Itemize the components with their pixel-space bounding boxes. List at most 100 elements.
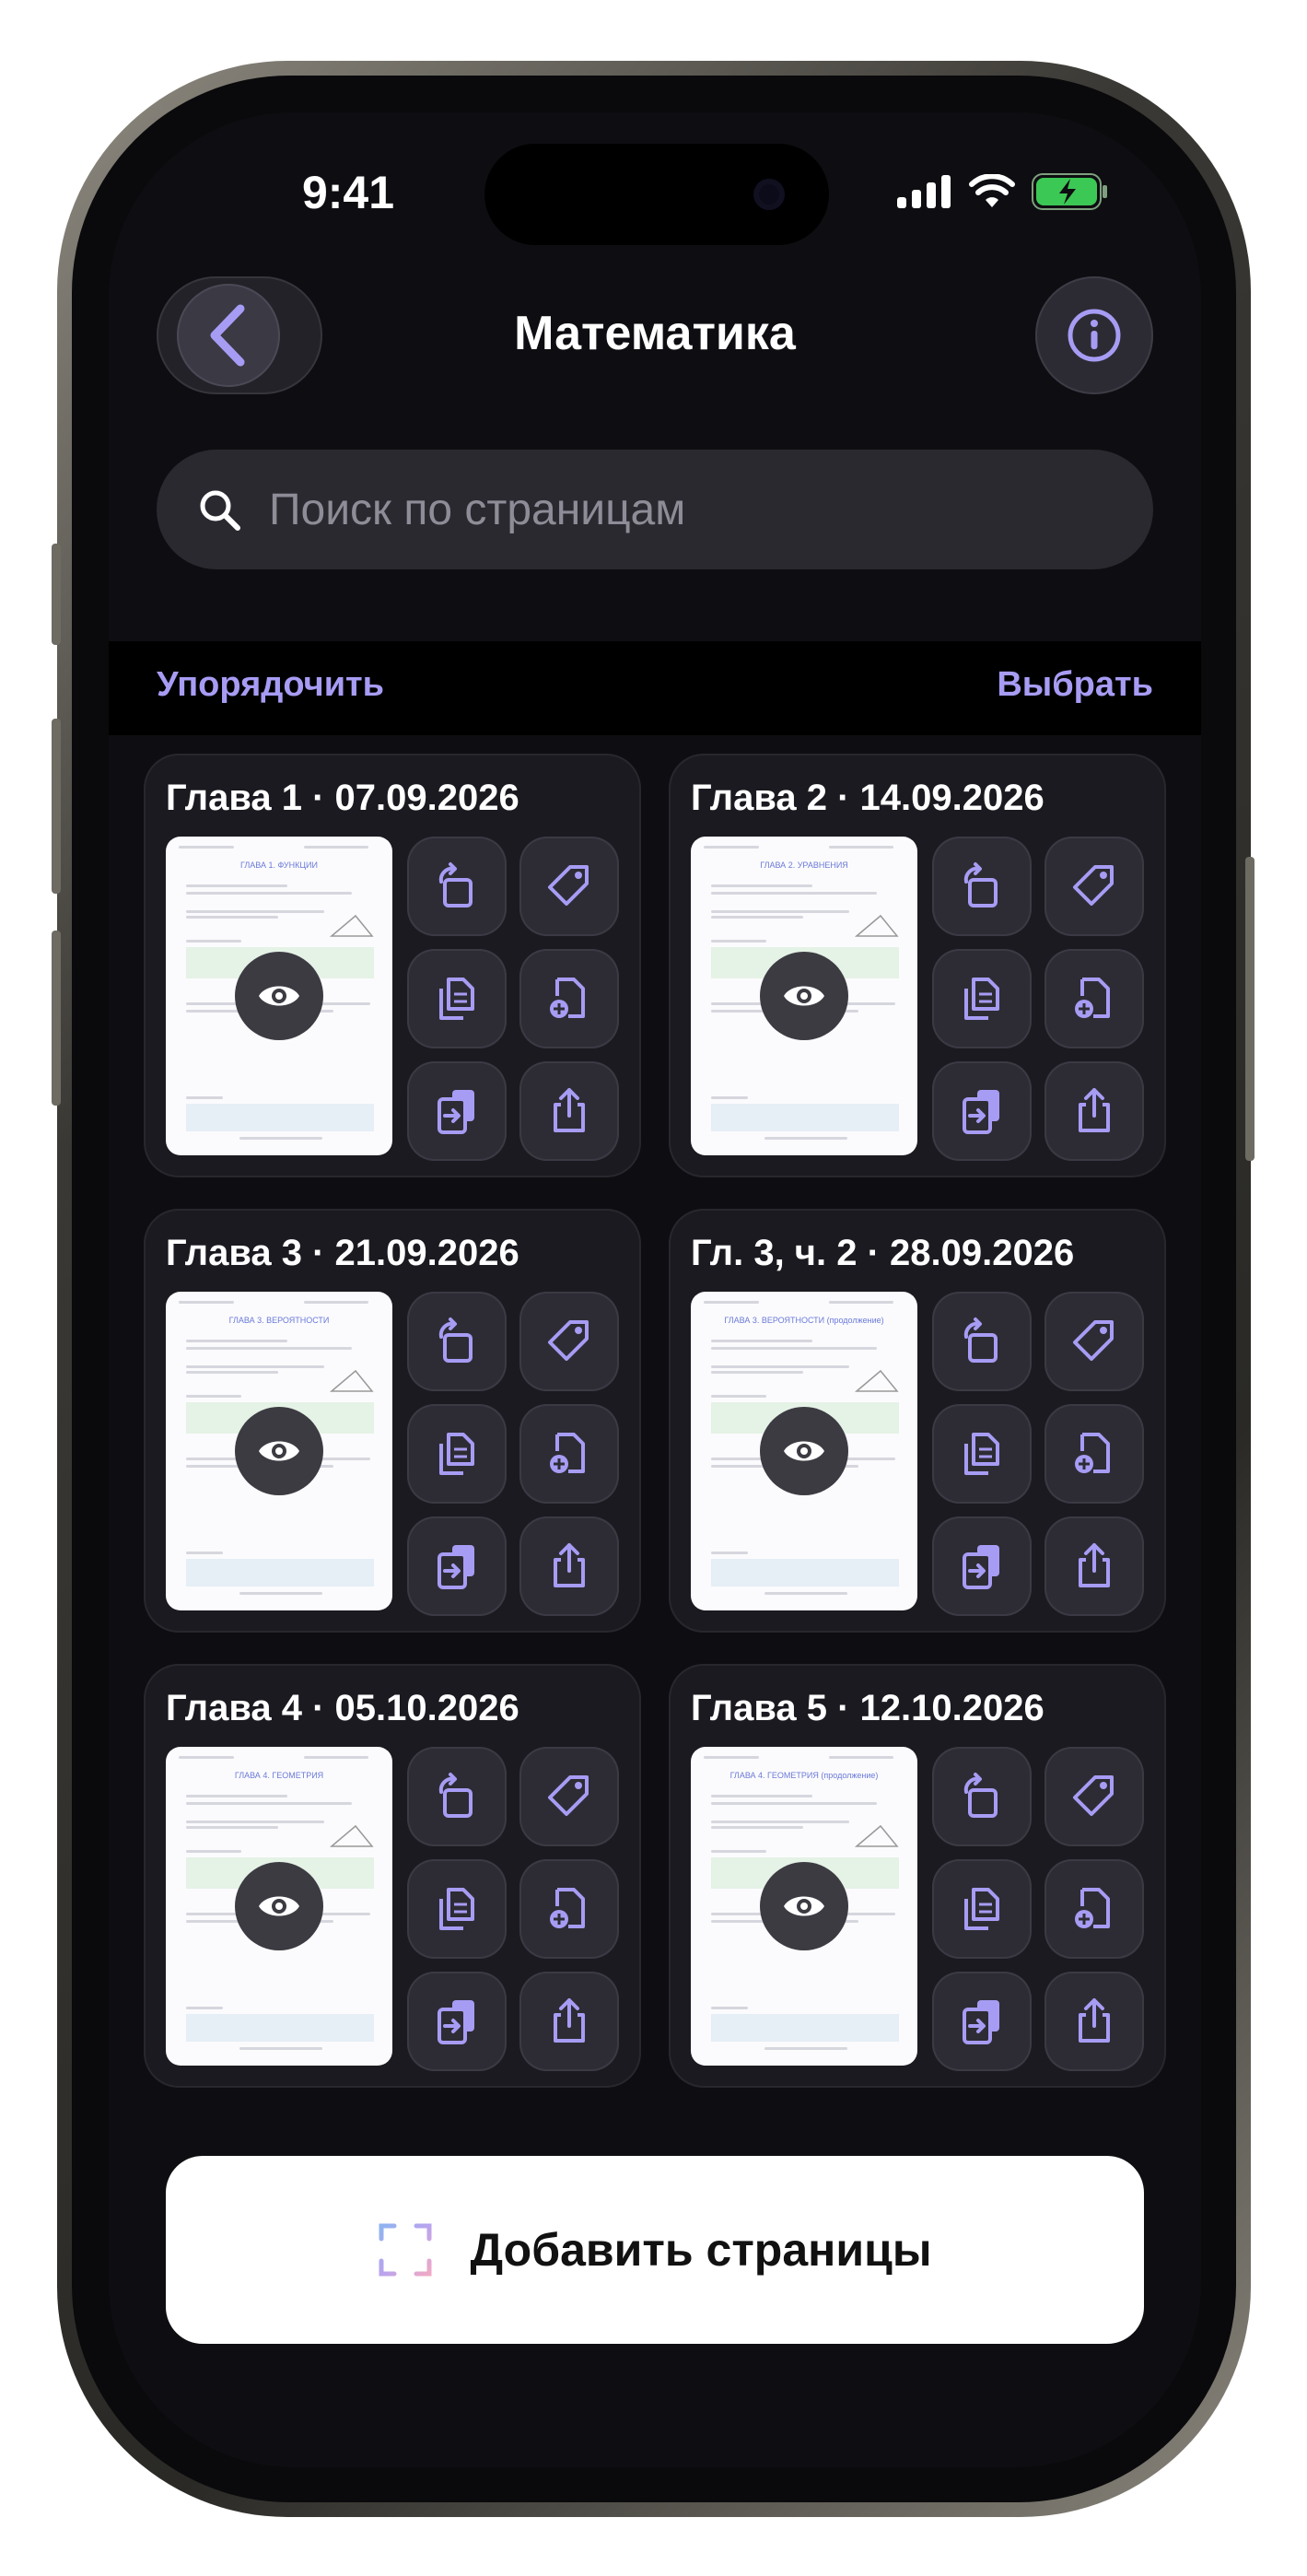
share-button[interactable] [519, 1972, 619, 2071]
thumbnail-line [186, 1340, 287, 1342]
add-page-button[interactable] [519, 1404, 619, 1504]
page-card[interactable]: Глава 1 · 07.09.2026 ГЛАВА 1. ФУНКЦИИ [144, 754, 641, 1177]
thumbnail-heading: ГЛАВА 4. ГЕОМЕТРИЯ (продолжение) [729, 1771, 879, 1780]
thumbnail-line [711, 1340, 812, 1342]
rotate-button[interactable] [932, 1292, 1032, 1391]
add-page-button[interactable] [1044, 949, 1144, 1048]
page-thumbnail[interactable]: ГЛАВА 4. ГЕОМЕТРИЯ [166, 1747, 392, 2066]
preview-button[interactable] [235, 1407, 323, 1495]
add-page-button[interactable] [519, 949, 619, 1048]
duplicate-icon [439, 978, 474, 1020]
thumbnail-line [711, 1850, 766, 1853]
thumbnail-figure [854, 1824, 899, 1847]
preview-button[interactable] [760, 1862, 848, 1950]
add-page-button[interactable] [1044, 1859, 1144, 1959]
preview-button[interactable] [760, 1407, 848, 1495]
thumbnail-line [711, 1371, 803, 1374]
page-card[interactable]: Глава 3 · 21.09.2026 ГЛАВА 3. ВЕРОЯТНОСТИ [144, 1209, 641, 1633]
add-pages-label: Добавить страницы [470, 2224, 932, 2276]
rotate-button[interactable] [407, 1292, 507, 1391]
tag-button[interactable] [519, 1292, 619, 1391]
move-button[interactable] [932, 1972, 1032, 2071]
duplicate-button[interactable] [407, 1404, 507, 1504]
share-button[interactable] [1044, 1972, 1144, 2071]
duplicate-button[interactable] [932, 949, 1032, 1048]
thumbnail-line [711, 1347, 877, 1350]
rotate-button[interactable] [932, 1747, 1032, 1846]
add-page-icon [550, 978, 585, 1018]
share-button[interactable] [1044, 1516, 1144, 1616]
add-page-button[interactable] [1044, 1404, 1144, 1504]
sort-button[interactable]: Упорядочить [157, 665, 384, 705]
thumbnail-line [829, 1756, 893, 1759]
battery-charging-icon [1032, 173, 1107, 210]
page-thumbnail[interactable]: ГЛАВА 2. УРАВНЕНИЯ [691, 837, 917, 1155]
thumbnail-line [179, 1756, 234, 1759]
share-button[interactable] [519, 1516, 619, 1616]
preview-button[interactable] [235, 952, 323, 1040]
eye-icon [259, 1896, 299, 1916]
rotate-icon [438, 1317, 473, 1363]
volume-down-button [52, 931, 61, 1106]
move-button[interactable] [407, 1061, 507, 1161]
thumbnail-line [829, 1301, 893, 1304]
share-icon [1079, 1088, 1110, 1132]
thumbnail-line [186, 892, 352, 895]
thumbnail-line [711, 1802, 877, 1805]
duplicate-button[interactable] [407, 1859, 507, 1959]
rotate-icon [963, 1773, 998, 1818]
thumbnail-line [764, 1137, 847, 1140]
page-card[interactable]: Глава 4 · 05.10.2026 ГЛАВА 4. ГЕОМЕТРИЯ [144, 1664, 641, 2088]
search-field[interactable]: Поиск по страницам [157, 450, 1153, 569]
add-pages-button[interactable]: Добавить страницы [166, 2156, 1144, 2344]
select-button[interactable]: Выбрать [997, 665, 1153, 705]
tag-button[interactable] [519, 1747, 619, 1846]
share-button[interactable] [519, 1061, 619, 1161]
page-thumbnail[interactable]: ГЛАВА 4. ГЕОМЕТРИЯ (продолжение) [691, 1747, 917, 2066]
move-button[interactable] [407, 1516, 507, 1616]
thumbnail-line [186, 884, 287, 887]
preview-button[interactable] [235, 1862, 323, 1950]
rotate-button[interactable] [932, 837, 1032, 936]
share-button[interactable] [1044, 1061, 1144, 1161]
page-thumbnail[interactable]: ГЛАВА 1. ФУНКЦИИ [166, 837, 392, 1155]
page-card[interactable]: Глава 5 · 12.10.2026 ГЛАВА 4. ГЕОМЕТРИЯ (… [669, 1664, 1166, 2088]
tag-button[interactable] [1044, 837, 1144, 936]
move-icon [438, 2000, 474, 2044]
tag-button[interactable] [519, 837, 619, 936]
duplicate-button[interactable] [407, 949, 507, 1048]
add-page-button[interactable] [519, 1859, 619, 1959]
page-card[interactable]: Гл. 3, ч. 2 · 28.09.2026 ГЛАВА 3. ВЕРОЯТН… [669, 1209, 1166, 1633]
tag-button[interactable] [1044, 1292, 1144, 1391]
info-button[interactable] [1035, 276, 1153, 394]
move-button[interactable] [932, 1516, 1032, 1616]
move-button[interactable] [407, 1972, 507, 2071]
thumbnail-line [186, 1850, 241, 1853]
rotate-button[interactable] [407, 837, 507, 936]
thumbnail-line [186, 1826, 278, 1829]
thumbnail-line [704, 1301, 759, 1304]
share-icon [554, 1543, 585, 1587]
tag-icon [548, 1775, 589, 1816]
move-button[interactable] [932, 1061, 1032, 1161]
card-title: Глава 3 · 21.09.2026 [166, 1233, 519, 1273]
action-button [52, 544, 61, 645]
rotate-button[interactable] [407, 1747, 507, 1846]
duplicate-button[interactable] [932, 1859, 1032, 1959]
preview-button[interactable] [760, 952, 848, 1040]
page-thumbnail[interactable]: ГЛАВА 3. ВЕРОЯТНОСТИ (продолжение) [691, 1292, 917, 1610]
thumbnail-heading: ГЛАВА 2. УРАВНЕНИЯ [760, 861, 848, 870]
thumbnail-line [711, 1551, 748, 1554]
thumbnail-line [186, 1395, 241, 1398]
eye-icon [784, 986, 824, 1006]
tag-button[interactable] [1044, 1747, 1144, 1846]
page-thumbnail[interactable]: ГЛАВА 3. ВЕРОЯТНОСТИ [166, 1292, 392, 1610]
card-title: Гл. 3, ч. 2 · 28.09.2026 [691, 1233, 1075, 1273]
thumbnail-line [711, 1395, 766, 1398]
move-icon [963, 2000, 999, 2044]
thumbnail-line [186, 1802, 352, 1805]
tag-icon [548, 1320, 589, 1361]
page-card[interactable]: Глава 2 · 14.09.2026 ГЛАВА 2. УРАВНЕНИЯ [669, 754, 1166, 1177]
thumbnail-line [304, 1756, 368, 1759]
duplicate-button[interactable] [932, 1404, 1032, 1504]
